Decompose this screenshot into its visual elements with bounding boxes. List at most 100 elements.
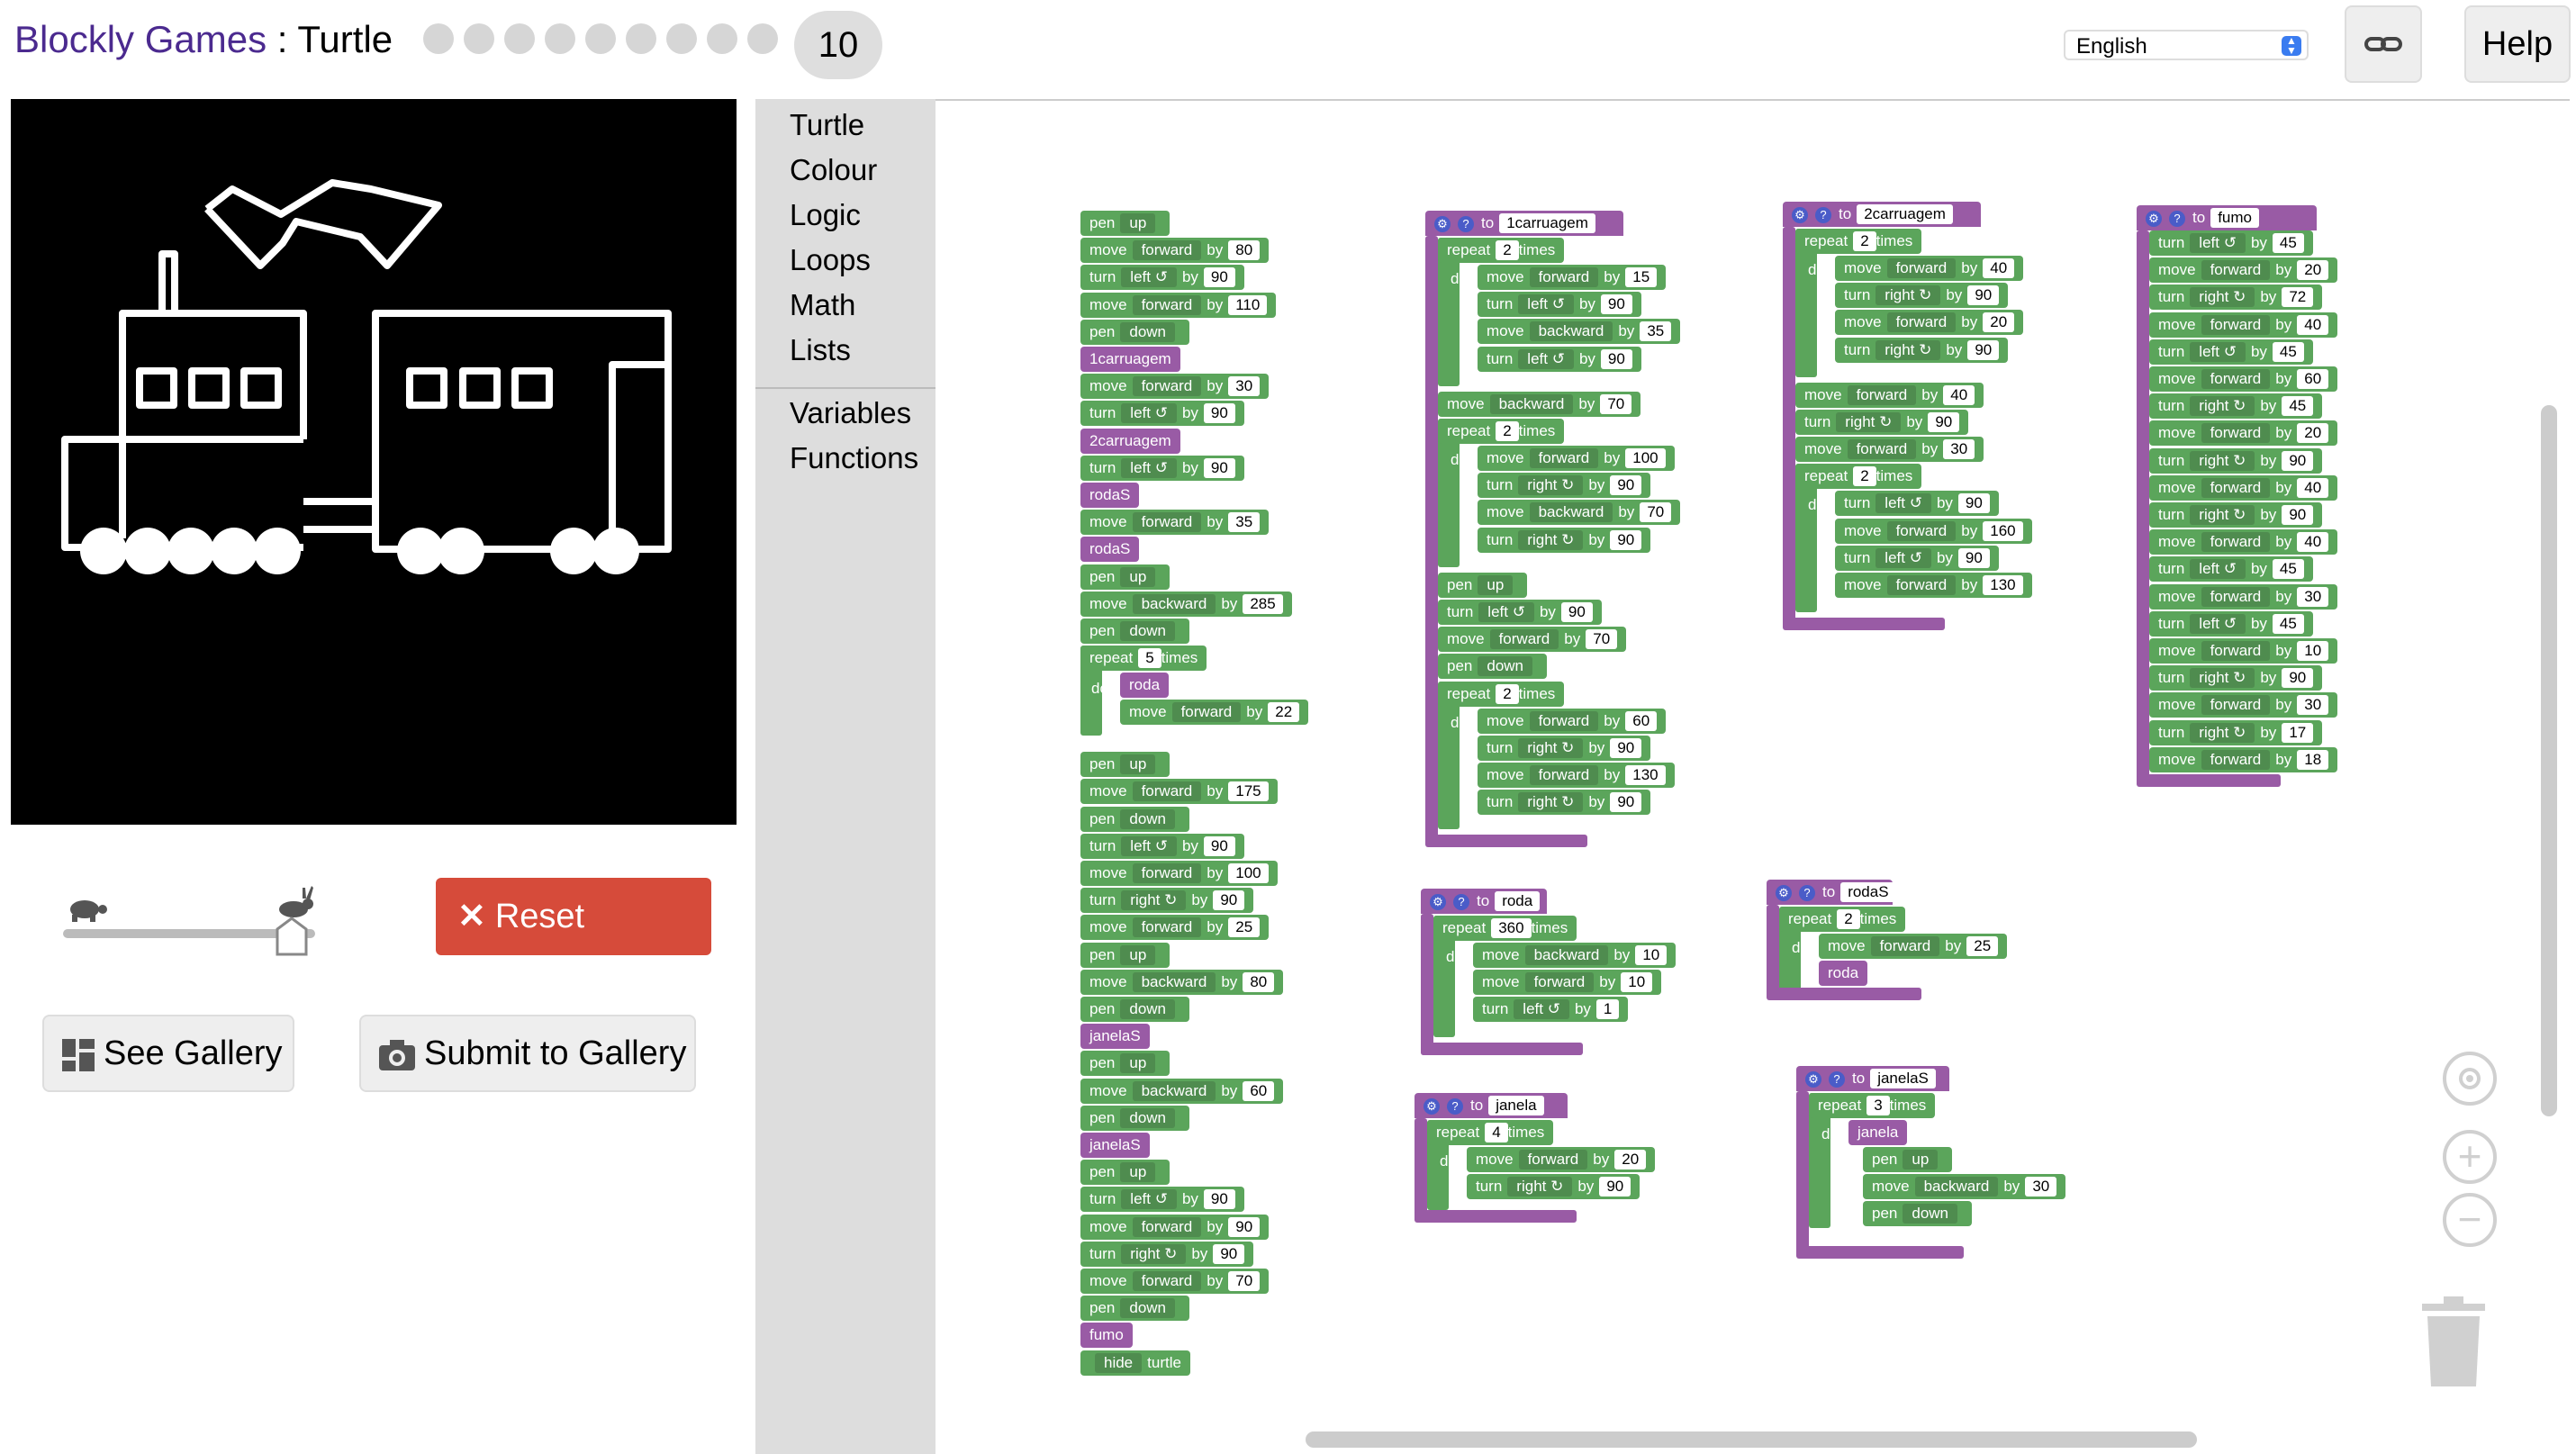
- number-field[interactable]: 60: [1243, 1080, 1275, 1101]
- number-field[interactable]: 90: [1600, 294, 1632, 315]
- move-block[interactable]: move forward by 90: [1080, 1214, 1270, 1240]
- brand-link[interactable]: Blockly Games: [14, 18, 267, 60]
- turn-block[interactable]: turn right ↻ by 72: [2149, 284, 2323, 311]
- move-block[interactable]: move backward by 70: [1478, 500, 1681, 526]
- help-icon[interactable]: ?: [1458, 216, 1474, 232]
- block-dropdown[interactable]: right ↻: [2190, 287, 2255, 308]
- help-icon[interactable]: ?: [1829, 1071, 1845, 1088]
- block-dropdown[interactable]: forward: [1886, 258, 1957, 278]
- block-dropdown[interactable]: right ↻: [1836, 412, 1902, 432]
- block-dropdown[interactable]: down: [1120, 1298, 1176, 1319]
- blocks-workspace[interactable]: pen up move forward by 80 turn left ↺ by 90 move fo…: [935, 99, 2570, 1454]
- number-field[interactable]: 30: [1943, 439, 1975, 460]
- gear-icon[interactable]: ⚙: [1792, 207, 1808, 223]
- block-dropdown[interactable]: left ↺: [1478, 602, 1534, 622]
- repeat-block[interactable]: repeat 3 times: [1809, 1093, 1936, 1118]
- number-field[interactable]: 35: [1640, 321, 1672, 342]
- function-name-field[interactable]: 1carruagem: [1499, 213, 1595, 233]
- move-block[interactable]: move forward by 80: [1080, 238, 1270, 264]
- block-dropdown[interactable]: forward: [1529, 267, 1599, 287]
- block-dropdown[interactable]: backward: [1132, 1080, 1216, 1101]
- block-dropdown[interactable]: up: [1120, 754, 1156, 775]
- level-dot[interactable]: [707, 23, 737, 54]
- number-field[interactable]: 90: [1928, 412, 1960, 432]
- turn-block[interactable]: turn left ↺ by 45: [2149, 610, 2313, 637]
- block-dropdown[interactable]: forward: [1132, 294, 1202, 315]
- number-field[interactable]: 90: [1610, 792, 1642, 813]
- number-field[interactable]: 90: [2282, 505, 2314, 525]
- number-field[interactable]: 2: [1853, 231, 1876, 251]
- hide-dropdown[interactable]: hide: [1095, 1352, 1143, 1373]
- recenter-button[interactable]: [2443, 1052, 2497, 1106]
- block-dropdown[interactable]: right ↻: [2190, 505, 2255, 525]
- help-button[interactable]: Help: [2464, 5, 2571, 83]
- turn-block[interactable]: turn left ↺ by 1: [1473, 997, 1629, 1023]
- turn-block[interactable]: turn left ↺ by 90: [1080, 265, 1244, 291]
- number-field[interactable]: 70: [1228, 1271, 1261, 1291]
- move-block[interactable]: move forward by 60: [2149, 366, 2338, 392]
- block-dropdown[interactable]: forward: [1171, 702, 1242, 723]
- turn-block[interactable]: turn left ↺ by 90: [1835, 491, 1999, 517]
- toolbox-item-functions[interactable]: Functions: [790, 441, 918, 475]
- number-field[interactable]: 130: [1625, 765, 1666, 785]
- number-field[interactable]: 90: [2282, 450, 2314, 471]
- number-field[interactable]: 72: [2282, 287, 2314, 308]
- number-field[interactable]: 60: [1625, 710, 1658, 731]
- block-dropdown[interactable]: right ↻: [2190, 396, 2255, 417]
- block-dropdown[interactable]: left ↺: [1121, 457, 1177, 478]
- help-icon[interactable]: ?: [1799, 885, 1815, 901]
- block-dropdown[interactable]: right ↻: [1518, 737, 1584, 758]
- function-definition[interactable]: ⚙? to 1carruagem: [1425, 211, 1623, 236]
- block-dropdown[interactable]: down: [1120, 1107, 1176, 1128]
- block-dropdown[interactable]: left ↺: [1518, 348, 1574, 369]
- number-field[interactable]: 18: [2297, 749, 2329, 770]
- link-button[interactable]: [2345, 5, 2422, 83]
- turn-block[interactable]: turn left ↺ by 90: [1438, 600, 1602, 625]
- level-dot[interactable]: [423, 23, 454, 54]
- number-field[interactable]: 90: [1203, 267, 1235, 288]
- block-dropdown[interactable]: up: [1478, 574, 1514, 595]
- number-field[interactable]: 17: [2282, 722, 2314, 743]
- turn-block[interactable]: turn right ↻ by 90: [1478, 473, 1651, 499]
- turn-block[interactable]: turn left ↺ by 90: [1080, 1187, 1244, 1213]
- number-field[interactable]: 45: [2272, 613, 2304, 634]
- number-field[interactable]: 90: [1203, 835, 1235, 856]
- number-field[interactable]: 90: [1599, 1177, 1631, 1197]
- function-definition[interactable]: ⚙? to roda: [1421, 889, 1547, 914]
- number-field[interactable]: 40: [1943, 384, 1975, 405]
- pen-block[interactable]: pen down: [1080, 806, 1190, 832]
- move-block[interactable]: move backward by 30: [1863, 1174, 2066, 1199]
- move-block[interactable]: move forward by 160: [1835, 518, 2032, 544]
- move-block[interactable]: move forward by 175: [1080, 779, 1278, 805]
- move-block[interactable]: move forward by 40: [2149, 474, 2338, 501]
- number-field[interactable]: 70: [1640, 502, 1672, 523]
- turn-block[interactable]: turn left ↺ by 90: [1478, 292, 1641, 318]
- pen-block[interactable]: pen up: [1080, 1051, 1170, 1077]
- move-block[interactable]: move forward by 10: [1473, 970, 1662, 996]
- move-block[interactable]: move forward by 40: [2149, 529, 2338, 555]
- block-dropdown[interactable]: forward: [1524, 972, 1595, 993]
- block-dropdown[interactable]: right ↻: [1876, 339, 1941, 360]
- number-field[interactable]: 360: [1491, 918, 1532, 938]
- block-dropdown[interactable]: forward: [1132, 376, 1202, 397]
- hide-block[interactable]: hide turtle: [1080, 1350, 1190, 1376]
- block-dropdown[interactable]: forward: [2201, 314, 2271, 335]
- turn-block[interactable]: turn left ↺ by 90: [1478, 346, 1641, 372]
- block-dropdown[interactable]: down: [1478, 656, 1533, 677]
- move-block[interactable]: move forward by 100: [1080, 861, 1278, 886]
- block-dropdown[interactable]: up: [1903, 1150, 1939, 1170]
- number-field[interactable]: 30: [2297, 586, 2329, 607]
- speed-slider[interactable]: [63, 882, 315, 956]
- number-field[interactable]: 90: [1967, 285, 2000, 306]
- number-field[interactable]: 25: [1966, 936, 1999, 956]
- number-field[interactable]: 20: [2297, 423, 2329, 444]
- function-name-field[interactable]: janelaS: [1870, 1069, 1936, 1088]
- block-dropdown[interactable]: left ↺: [2190, 341, 2246, 362]
- gear-icon[interactable]: ⚙: [1434, 216, 1451, 232]
- function-name-field[interactable]: roda: [1495, 891, 1541, 911]
- toolbox-item-math[interactable]: Math: [790, 288, 855, 322]
- move-block[interactable]: move forward by 22: [1120, 700, 1309, 726]
- toolbox-item-lists[interactable]: Lists: [790, 333, 851, 367]
- pen-block[interactable]: pen up: [1080, 752, 1170, 778]
- block-dropdown[interactable]: right ↻: [1518, 475, 1584, 496]
